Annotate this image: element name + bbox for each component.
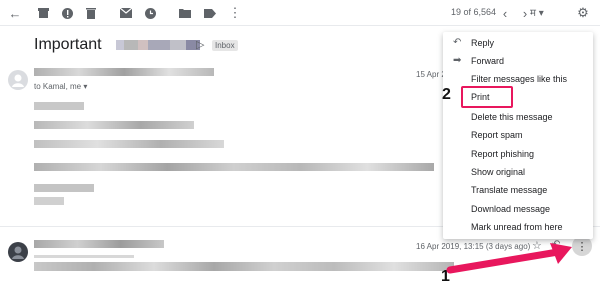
- input-tools-button[interactable]: म ▾: [530, 5, 544, 19]
- print-highlight-box: [461, 86, 513, 108]
- reply-icon: ↶: [453, 37, 462, 48]
- more-vert-icon[interactable]: ⋮: [226, 4, 244, 22]
- recipients-text: to Kamal, me: [34, 82, 82, 91]
- menu-item-label: Reply: [471, 38, 495, 48]
- menu-item-reply[interactable]: ↶ Reply: [443, 34, 593, 52]
- redacted-recipient: [34, 255, 134, 258]
- menu-item-label: Mark unread from here: [471, 222, 563, 232]
- avatar: [8, 242, 28, 262]
- redacted-block: [124, 39, 139, 50]
- newer-chevron-icon[interactable]: ‹: [496, 4, 514, 22]
- forward-icon: ➡: [453, 55, 462, 66]
- menu-item-translate[interactable]: Translate message: [443, 181, 593, 199]
- menu-item-report-spam[interactable]: Report spam: [443, 126, 593, 144]
- redacted-body-line: [34, 197, 64, 205]
- avatar: [8, 70, 28, 90]
- menu-item-report-phishing[interactable]: Report phishing: [443, 145, 593, 163]
- pointer-arrow: [446, 243, 572, 274]
- menu-item-label: Report phishing: [471, 149, 535, 159]
- redacted-block: [170, 39, 187, 50]
- gear-icon[interactable]: ⚙: [574, 4, 592, 22]
- archive-icon[interactable]: [34, 4, 52, 22]
- label-icon[interactable]: [201, 4, 219, 22]
- redacted-snippet: [34, 262, 454, 271]
- inbox-label-chip[interactable]: Inbox: [212, 40, 238, 51]
- report-spam-icon[interactable]: [58, 4, 76, 22]
- redacted-body-line: [34, 163, 434, 171]
- redacted-block: [148, 39, 171, 50]
- menu-item-label: Download message: [471, 204, 551, 214]
- menu-item-label: Forward: [471, 56, 505, 66]
- redacted-body-line: [34, 140, 224, 148]
- redacted-body-line: [34, 102, 84, 110]
- mark-unread-icon[interactable]: [117, 4, 135, 22]
- toolbar: ← ⋮ 19 of 6,564 ‹ › म ▾ ⚙: [0, 0, 600, 26]
- pager-count: 19 of 6,564: [451, 7, 497, 17]
- message-date: 15 Apr 2: [416, 70, 446, 79]
- redacted-sender: [34, 68, 214, 76]
- menu-item-download[interactable]: Download message: [443, 200, 593, 218]
- back-arrow-icon[interactable]: ←: [6, 4, 24, 22]
- redacted-sender: [34, 240, 164, 248]
- menu-item-label: Filter messages like this: [471, 74, 568, 84]
- move-to-icon[interactable]: [176, 4, 194, 22]
- message-more-menu: ↶ Reply ➡ Forward Filter messages like t…: [443, 32, 593, 239]
- recipients-line[interactable]: to Kamal, me ▾: [34, 82, 87, 91]
- redacted-body-line: [34, 121, 194, 129]
- menu-item-show-original[interactable]: Show original: [443, 163, 593, 181]
- step-2-label: 2: [442, 86, 451, 103]
- subject-title: Important: [34, 36, 102, 53]
- email-subject: Important: [34, 36, 201, 54]
- redacted-body-line: [34, 184, 94, 192]
- importance-marker-icon[interactable]: ▷: [196, 38, 204, 51]
- menu-item-label: Translate message: [471, 185, 548, 195]
- menu-item-label: Delete this message: [471, 112, 553, 122]
- redacted-block: [138, 39, 149, 50]
- menu-item-label: Report spam: [471, 130, 523, 140]
- redacted-block: [116, 39, 125, 50]
- menu-item-mark-unread[interactable]: Mark unread from here: [443, 218, 593, 236]
- input-tools-glyph: म: [530, 8, 536, 19]
- delete-icon[interactable]: [82, 4, 100, 22]
- snooze-icon[interactable]: [141, 4, 159, 22]
- menu-item-label: Show original: [471, 167, 526, 177]
- menu-item-delete[interactable]: Delete this message: [443, 108, 593, 126]
- menu-item-forward[interactable]: ➡ Forward: [443, 52, 593, 70]
